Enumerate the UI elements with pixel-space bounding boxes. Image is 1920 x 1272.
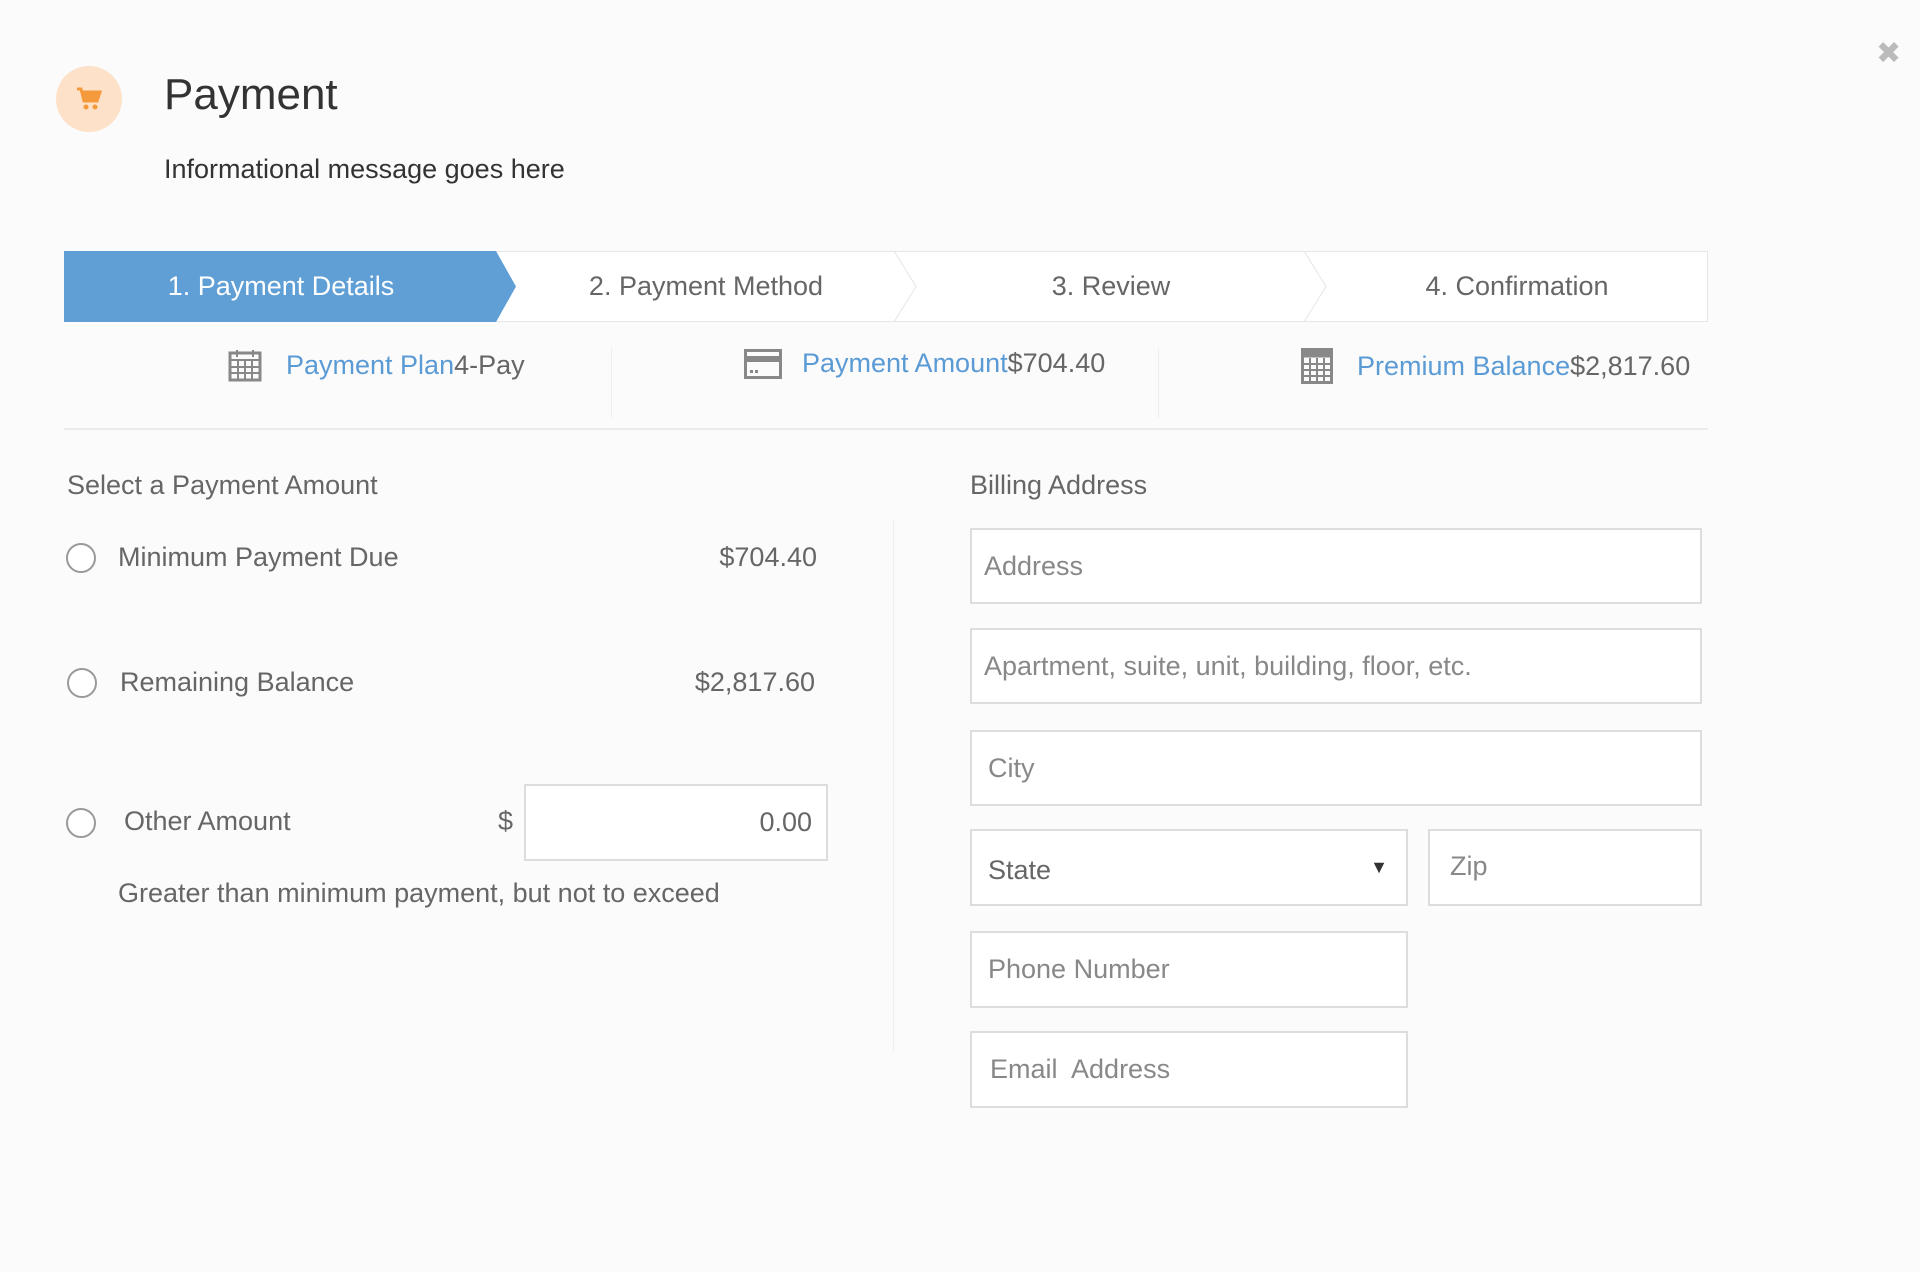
shopping-cart-icon [77,87,102,110]
payment-amount-link[interactable]: Payment Amount [802,348,1008,379]
payment-plan-link[interactable]: Payment Plan [286,350,454,381]
city-input[interactable]: City [970,730,1702,806]
step-payment-method[interactable]: 2. Payment Method [517,252,895,321]
zip-input[interactable]: Zip [1428,829,1702,906]
calculator-icon [1301,348,1333,384]
payment-amount-heading: Select a Payment Amount [67,470,378,500]
cart-icon-badge [56,66,122,132]
payment-plan-value: 4-Pay [454,349,525,380]
address-input[interactable]: Address [970,528,1702,604]
minimum-payment-value: $704.40 [719,542,817,572]
minimum-payment-label: Minimum Payment Due [118,542,399,572]
remaining-balance-label: Remaining Balance [120,667,355,697]
radio-minimum-payment[interactable] [66,543,96,573]
other-amount-input[interactable]: 0.00 [524,784,828,861]
currency-symbol: $ [498,806,514,836]
calendar-icon [228,350,262,382]
other-amount-hint: Greater than minimum payment, but not to… [118,878,720,908]
step-progress: 1. Payment Details 2. Payment Method 3. … [64,251,1708,322]
section-divider [893,520,894,1051]
close-icon[interactable]: ✖ [1876,36,1901,71]
radio-remaining-balance[interactable] [67,668,97,698]
payment-summary: Payment Plan 4-Pay Payment Amount $704.40 … [64,340,1708,430]
step-review[interactable]: 3. Review [917,252,1305,321]
state-select[interactable]: State ▼ [970,829,1408,906]
billing-address-heading: Billing Address [970,470,1148,500]
step-confirmation[interactable]: 4. Confirmation [1327,252,1707,321]
summary-premium-balance: Premium Balance $2,817.60 [1301,348,1690,384]
premium-balance-link[interactable]: Premium Balance [1357,351,1570,382]
summary-payment-amount: Payment Amount $704.40 [744,348,1105,379]
remaining-balance-value: $2,817.60 [694,667,815,697]
chevron-down-icon: ▼ [1370,857,1388,877]
other-amount-label: Other Amount [124,806,291,836]
email-input[interactable]: Email Address [970,1031,1408,1108]
step-payment-details[interactable]: 1. Payment Details [65,252,497,321]
premium-balance-value: $2,817.60 [1570,350,1691,381]
page-title: Payment [164,70,338,119]
address2-input[interactable]: Apartment, suite, unit, building, floor,… [970,628,1702,704]
divider [1158,348,1159,418]
divider [611,348,612,418]
phone-input[interactable]: Phone Number [970,931,1408,1008]
credit-card-icon [744,348,782,379]
state-value: State [988,855,1052,885]
summary-payment-plan: Payment Plan 4-Pay [228,348,525,382]
radio-other-amount[interactable] [66,808,96,838]
info-message: Informational message goes here [164,154,565,184]
payment-amount-value: $704.40 [1007,348,1106,378]
